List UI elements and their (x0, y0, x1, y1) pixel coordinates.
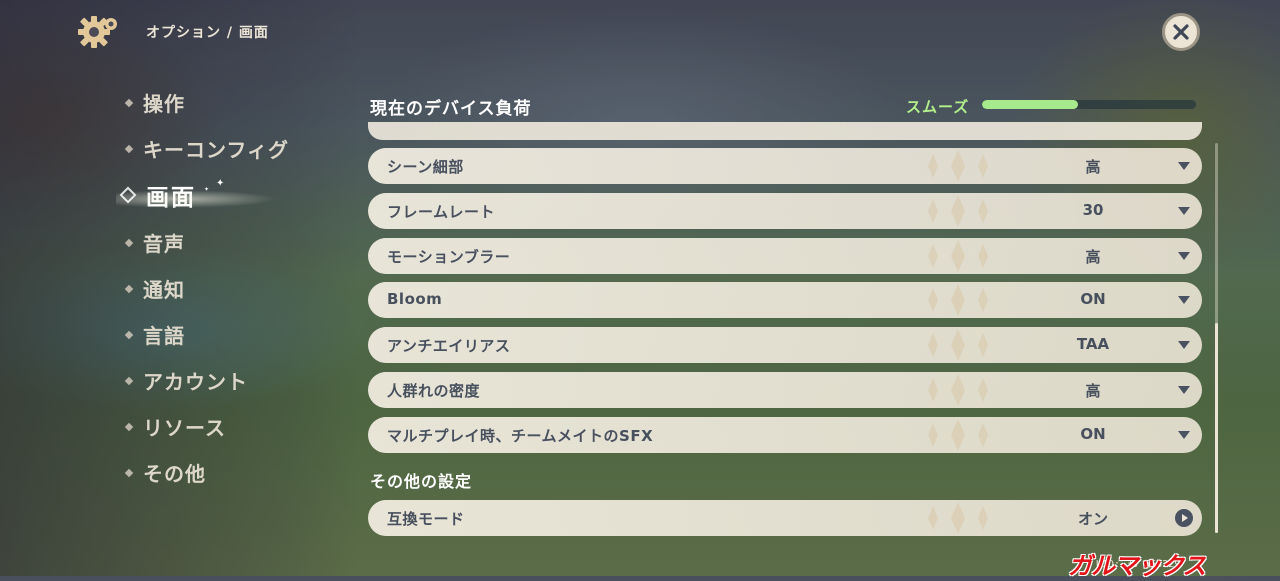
ornament-icon (928, 329, 988, 361)
setting-row-frame-rate[interactable]: フレームレート 30 (368, 193, 1202, 229)
setting-value: 高 (1085, 248, 1101, 266)
setting-label: マルチプレイ時、チームメイトのSFX (387, 427, 654, 445)
diamond-bullet-icon (124, 422, 134, 431)
setting-row-teammate-sfx[interactable]: マルチプレイ時、チームメイトのSFX ON (368, 417, 1202, 453)
breadcrumb: オプション / 画面 (146, 25, 269, 41)
settings-row-partial (368, 122, 1202, 140)
chevron-down-icon[interactable] (1178, 296, 1190, 304)
chevron-down-icon[interactable] (1178, 252, 1190, 260)
active-highlight (116, 190, 276, 208)
close-icon (1173, 24, 1189, 40)
setting-label: 人群れの密度 (387, 382, 481, 400)
scrollbar[interactable] (1215, 143, 1218, 533)
ornament-icon (928, 195, 988, 227)
chevron-down-icon[interactable] (1178, 207, 1190, 215)
device-load-status: スムーズ (906, 98, 970, 116)
setting-value: 高 (1085, 382, 1101, 400)
setting-value: ON (1080, 290, 1106, 308)
sidebar-item-label: アカウント (143, 370, 248, 394)
scrollbar-thumb[interactable] (1215, 323, 1218, 533)
setting-row-crowd-density[interactable]: 人群れの密度 高 (368, 372, 1202, 408)
sidebar-item-account[interactable]: アカウント (124, 366, 248, 395)
setting-label: シーン細部 (387, 158, 464, 176)
chevron-down-icon[interactable] (1178, 386, 1190, 394)
setting-label: モーションブラー (387, 248, 511, 266)
setting-label: アンチエイリアス (387, 337, 511, 355)
sidebar-item-other[interactable]: その他 (124, 458, 206, 487)
other-settings-title: その他の設定 (370, 472, 473, 491)
setting-label: Bloom (387, 290, 443, 308)
setting-value: 30 (1082, 201, 1104, 219)
sidebar-item-label: 音声 (143, 232, 185, 256)
ornament-icon (928, 502, 988, 534)
setting-row-bloom[interactable]: Bloom ON (368, 282, 1202, 318)
sidebar-item-label: その他 (143, 462, 206, 486)
sidebar-item-controls[interactable]: 操作 (124, 88, 185, 117)
sidebar-item-audio[interactable]: 音声 (124, 228, 185, 257)
sidebar-item-label: 言語 (143, 324, 185, 348)
diamond-bullet-icon (124, 284, 134, 293)
gear-icon (76, 12, 120, 52)
sidebar-item-label: 操作 (143, 92, 185, 116)
play-arrow-icon[interactable] (1175, 509, 1193, 527)
sidebar-item-label: リソース (143, 416, 226, 440)
ornament-icon (928, 240, 988, 272)
setting-value: TAA (1076, 335, 1110, 353)
ornament-icon (928, 284, 988, 316)
diamond-bullet-icon (124, 238, 134, 247)
device-load-bar-fill (982, 100, 1079, 109)
sidebar-item-resources[interactable]: リソース (124, 412, 226, 441)
setting-value: オン (1077, 510, 1108, 528)
setting-label: フレームレート (387, 203, 496, 221)
setting-row-anti-aliasing[interactable]: アンチエイリアス TAA (368, 327, 1202, 363)
sidebar-item-label: 通知 (143, 278, 185, 302)
setting-row-compatibility-mode[interactable]: 互換モード オン (368, 500, 1202, 536)
chevron-down-icon[interactable] (1178, 341, 1190, 349)
diamond-bullet-icon (124, 330, 134, 339)
chevron-down-icon[interactable] (1178, 431, 1190, 439)
device-load-title: 現在のデバイス負荷 (370, 99, 532, 119)
sidebar-item-language[interactable]: 言語 (124, 320, 185, 349)
chevron-down-icon[interactable] (1178, 162, 1190, 170)
sidebar-item-graphics[interactable]: 画面 ✦ ✦ (116, 178, 276, 212)
ornament-icon (928, 419, 988, 451)
setting-value: 高 (1085, 158, 1101, 176)
sparkle-icon: ✦ (204, 186, 210, 193)
diamond-bullet-icon (124, 98, 134, 107)
sidebar-item-label: キーコンフィグ (143, 138, 289, 162)
device-load-bar (982, 100, 1196, 109)
sidebar-item-notifications[interactable]: 通知 (124, 274, 185, 303)
sidebar-item-key-config[interactable]: キーコンフィグ (124, 134, 289, 163)
diamond-bullet-icon (124, 468, 134, 477)
setting-value: ON (1080, 425, 1106, 443)
diamond-bullet-icon (124, 144, 134, 153)
setting-row-scene-detail[interactable]: シーン細部 高 (368, 148, 1202, 184)
sparkle-icon: ✦ (216, 178, 225, 189)
diamond-bullet-icon (124, 376, 134, 385)
ornament-icon (928, 150, 988, 182)
setting-label: 互換モード (387, 510, 465, 528)
setting-row-motion-blur[interactable]: モーションブラー 高 (368, 238, 1202, 274)
ornament-icon (928, 374, 988, 406)
close-button[interactable] (1162, 13, 1200, 51)
